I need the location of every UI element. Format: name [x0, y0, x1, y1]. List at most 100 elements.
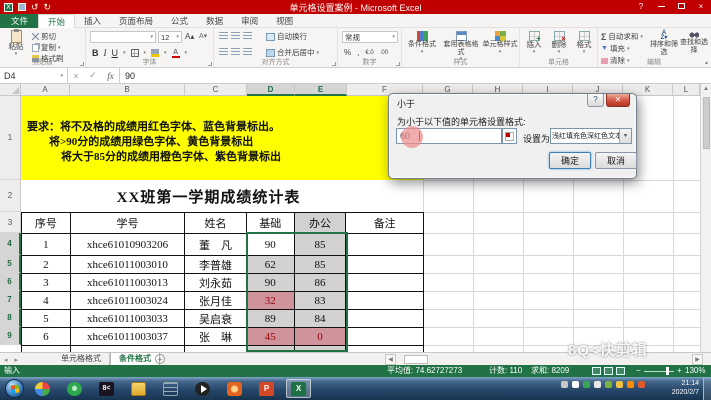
show-desktop-button[interactable] — [703, 377, 711, 400]
table-cell[interactable]: 3 — [22, 274, 71, 292]
table-cell[interactable]: 0 — [295, 328, 347, 346]
align-left-icon[interactable] — [219, 48, 228, 55]
table-cell[interactable]: 85 — [295, 234, 347, 256]
sort-filter-button[interactable]: AZ▾ 排序和筛选 — [650, 31, 678, 56]
column-header-A[interactable]: A — [21, 84, 70, 96]
help-icon[interactable]: ? — [634, 1, 648, 12]
row-header-3[interactable]: 3 — [0, 212, 21, 233]
row-header-6[interactable]: 6 — [0, 273, 21, 291]
tray-icon-0[interactable] — [561, 381, 568, 388]
taskbar-app-video-app[interactable] — [222, 379, 247, 398]
table-title-cell[interactable]: XX班第一学期成绩统计表 — [70, 180, 347, 212]
table-cell[interactable]: 62 — [247, 256, 295, 274]
normal-view-icon[interactable] — [592, 367, 601, 375]
tab-数据[interactable]: 数据 — [197, 14, 232, 28]
next-sheet-icon[interactable]: ▸ — [15, 356, 19, 364]
scroll-up-icon[interactable]: ▲ — [701, 84, 711, 95]
table-cell[interactable]: xhce61010903206 — [71, 234, 185, 256]
tab-审阅[interactable]: 审阅 — [232, 14, 267, 28]
range-picker-button[interactable] — [502, 128, 517, 144]
tab-页面布局[interactable]: 页面布局 — [110, 14, 162, 28]
insert-cells-button[interactable]: 插入▾ — [522, 31, 546, 56]
autosum-button[interactable]: Σ自动求和▾ — [601, 31, 647, 42]
row-header-2[interactable]: 2 — [0, 180, 21, 212]
align-right-icon[interactable] — [243, 48, 252, 55]
table-cell[interactable]: 吴启衰 — [185, 310, 247, 328]
table-cell[interactable] — [346, 328, 423, 346]
fill-color-icon[interactable] — [151, 49, 159, 57]
cancel-button[interactable]: 取消 — [595, 152, 637, 169]
table-cell[interactable]: 85 — [295, 256, 347, 274]
column-header-E[interactable]: E — [295, 84, 347, 96]
taskbar-app-colorful-app[interactable] — [30, 379, 55, 398]
tray-icon-2[interactable] — [583, 381, 590, 388]
column-header-B[interactable]: B — [70, 84, 185, 96]
table-cell[interactable]: 90 — [247, 274, 295, 292]
number-format-combo[interactable]: 常规▾ — [342, 31, 398, 43]
table-cell[interactable]: 4 — [22, 292, 71, 310]
row-header-7[interactable]: 7 — [0, 291, 21, 309]
restore-icon[interactable] — [674, 1, 688, 12]
table-cell[interactable]: 1 — [22, 234, 71, 256]
copy-button[interactable]: 复制▾ — [32, 42, 61, 53]
table-cell[interactable]: 5 — [22, 310, 71, 328]
zoom-level[interactable]: 130% — [685, 366, 705, 376]
horizontal-scrollbar[interactable]: ◀ ▶ — [385, 354, 703, 365]
table-cell[interactable]: xhce61011003010 — [71, 256, 185, 274]
table-cell[interactable]: xhce61011003037 — [71, 328, 185, 346]
dialog-launcher-icon[interactable] — [80, 62, 84, 66]
taskbar-app-security-app[interactable] — [62, 379, 87, 398]
taskbar-app-media-player[interactable] — [190, 379, 215, 398]
table-cell[interactable]: 6 — [22, 328, 71, 346]
dialog-help-icon[interactable]: ? — [587, 94, 604, 107]
dialog-launcher-icon[interactable] — [208, 62, 212, 66]
tray-icon-7[interactable] — [638, 381, 645, 388]
row-header-9[interactable]: 9 — [0, 327, 21, 345]
vscroll-thumb[interactable] — [703, 97, 710, 149]
taskbar-clock[interactable]: 21:14 2020/2/7 — [672, 379, 699, 397]
cancel-entry-icon[interactable]: × — [73, 71, 78, 81]
table-cell[interactable]: 45 — [247, 328, 295, 346]
table-cell[interactable]: 2 — [22, 256, 71, 274]
collapse-ribbon-icon[interactable]: ▴ — [705, 59, 708, 66]
row-header-1[interactable]: 1 — [0, 96, 21, 180]
table-cell[interactable]: 张 琳 — [185, 328, 247, 346]
select-all-corner[interactable] — [0, 84, 21, 96]
taskbar-app-file-explorer[interactable] — [126, 379, 151, 398]
chevron-down-icon[interactable]: ▼ — [619, 129, 631, 143]
tab-file[interactable]: 文件 — [0, 14, 39, 28]
tray-icon-3[interactable] — [594, 381, 601, 388]
taskbar-app-excel[interactable]: X — [286, 379, 311, 398]
taskbar-app-powerpoint[interactable]: P — [254, 379, 279, 398]
table-cell[interactable]: 83 — [295, 292, 347, 310]
row-header-8[interactable]: 8 — [0, 309, 21, 327]
tray-icon-4[interactable] — [605, 381, 612, 388]
cut-button[interactable]: 剪切 — [32, 31, 56, 42]
tab-插入[interactable]: 插入 — [75, 14, 110, 28]
shrink-font-button[interactable]: A▾ — [199, 32, 207, 40]
table-cell[interactable] — [346, 310, 423, 328]
table-cell[interactable]: 董 凡 — [185, 234, 247, 256]
table-cell[interactable]: xhce61011003013 — [71, 274, 185, 292]
grow-font-button[interactable]: A▴ — [185, 32, 194, 41]
align-top-icon[interactable] — [219, 32, 228, 39]
tab-开始[interactable]: 开始 — [38, 14, 75, 28]
confirm-entry-icon[interactable]: ✓ — [89, 70, 97, 81]
start-button[interactable] — [5, 379, 24, 398]
requirements-banner-cell[interactable]: 要求：将不及格的成绩用红色字体、蓝色背景标出。 将>90分的成绩用绿色字体、黄色… — [21, 96, 423, 180]
fill-button[interactable]: ▼填充▾ — [601, 43, 647, 54]
format-dropdown[interactable]: 浅红填充色深红色文本 ▼ — [550, 128, 632, 144]
formula-input[interactable]: 90 — [120, 68, 711, 83]
table-header-cell[interactable]: 姓名 — [185, 213, 247, 234]
taskbar-app-notepad[interactable] — [158, 379, 183, 398]
dialog-launcher-icon[interactable] — [396, 62, 400, 66]
vertical-scrollbar[interactable]: ▲ — [700, 84, 711, 352]
paste-button[interactable]: 粘贴 ▾ — [4, 30, 28, 58]
table-header-cell[interactable]: 办公 — [295, 213, 347, 234]
table-cell[interactable]: 86 — [295, 274, 347, 292]
row-header-5[interactable]: 5 — [0, 255, 21, 273]
align-center-icon[interactable] — [231, 48, 240, 55]
table-cell[interactable]: 张月佳 — [185, 292, 247, 310]
new-sheet-icon[interactable]: + — [155, 354, 165, 364]
zoom-out-icon[interactable]: − — [636, 366, 641, 376]
